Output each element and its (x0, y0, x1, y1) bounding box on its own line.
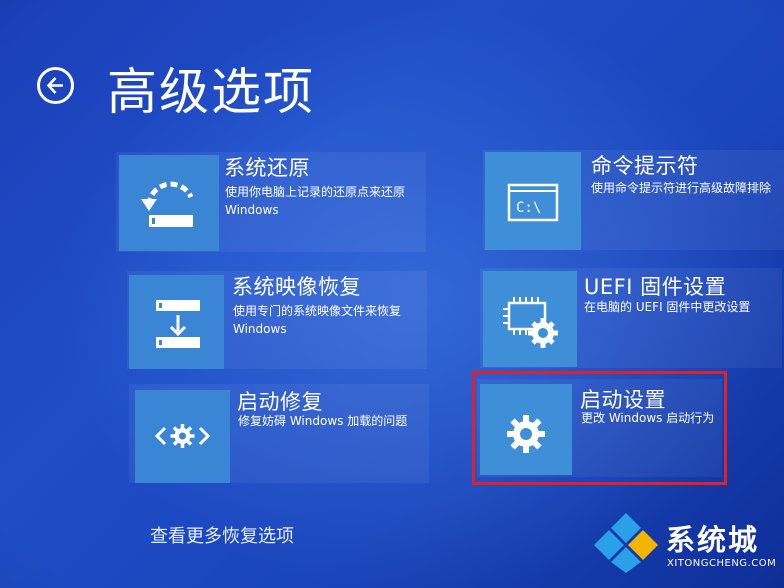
option-title: 启动修复 (237, 390, 323, 414)
system-restore-icon (141, 181, 194, 227)
option-icon-box: C:\ (485, 152, 581, 250)
option-system-restore[interactable]: 系统还原 使用你电脑上记录的还原点来还原 Windows (116, 152, 426, 252)
system-image-icon (156, 300, 200, 348)
option-startup-repair[interactable]: 启动修复 修复妨碍 Windows 加载的问题 (129, 384, 429, 483)
option-icon-box (129, 275, 224, 369)
back-button[interactable] (37, 67, 74, 104)
option-title: 命令提示符 (591, 154, 699, 178)
watermark-subtext: XITONGCHENG.COM (667, 558, 777, 569)
option-description: 修复妨碍 Windows 加载的问题 (238, 414, 408, 428)
option-title: UEFI 固件设置 (584, 275, 727, 299)
option-description: 使用命令提示符进行高级故障排除 (591, 181, 772, 195)
command-prompt-text: C:\ (516, 200, 541, 216)
option-command-prompt[interactable]: C:\ 命令提示符 使用命令提示符进行高级故障排除 (483, 150, 784, 250)
xitongcheng-logo-icon (594, 513, 658, 573)
option-description-line2: Windows (233, 322, 287, 336)
more-recovery-options-link[interactable]: 查看更多恢复选项 (150, 522, 294, 548)
option-description: 在电脑的 UEFI 固件中更改设置 (584, 300, 751, 314)
startup-repair-icon (154, 424, 211, 448)
command-prompt-icon: C:\ (507, 183, 559, 222)
option-icon-box (483, 271, 577, 367)
option-system-image-recovery[interactable]: 系统映像恢复 使用专门的系统映像文件来恢复 Windows (127, 271, 427, 369)
page-title: 高级选项 (107, 63, 315, 121)
watermark-text: 系统城 (666, 523, 760, 557)
option-icon-box (135, 390, 230, 483)
option-uefi-firmware-settings[interactable]: UEFI 固件设置 在电脑的 UEFI 固件中更改设置 (480, 268, 782, 368)
option-description: 使用专门的系统映像文件来恢复 (233, 304, 402, 318)
arrow-left-icon (46, 77, 63, 94)
option-icon-box (119, 155, 219, 251)
option-title: 系统映像恢复 (232, 275, 361, 299)
option-description: 使用你电脑上记录的还原点来还原 (225, 185, 406, 199)
option-title: 系统还原 (224, 156, 310, 180)
uefi-chip-gear-icon (503, 297, 558, 348)
option-description-line2: Windows (225, 203, 279, 217)
highlight-annotation-box (472, 371, 727, 485)
